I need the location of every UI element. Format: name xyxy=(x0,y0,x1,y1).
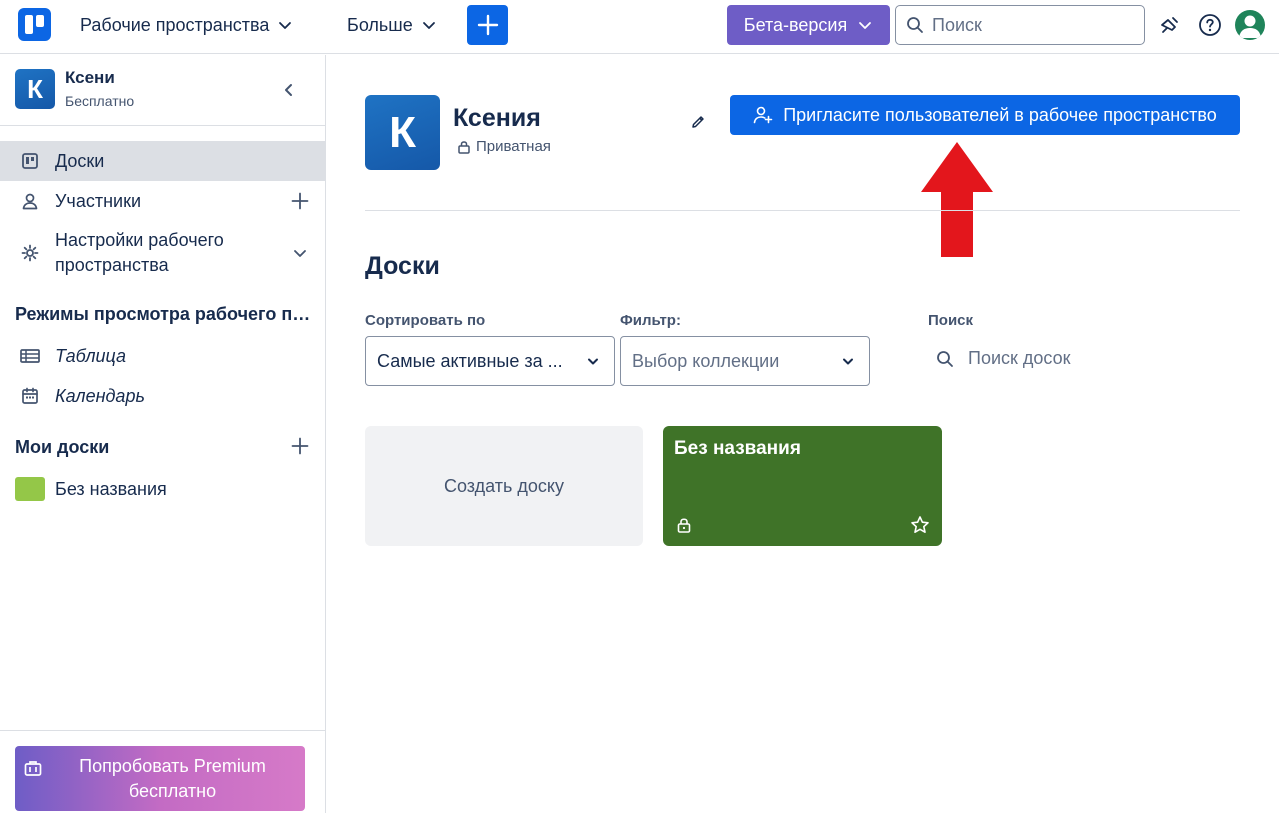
gear-icon xyxy=(20,243,40,263)
workspace-avatar: К xyxy=(15,69,55,109)
help-button[interactable] xyxy=(1197,12,1223,38)
chevron-down-icon xyxy=(588,358,598,365)
visibility-label: Приватная xyxy=(476,138,551,155)
workspace-plan: Бесплатно xyxy=(65,93,135,109)
edit-workspace-button[interactable] xyxy=(686,110,710,134)
table-icon xyxy=(20,346,40,366)
chevron-down-icon xyxy=(859,22,872,29)
create-board-tile[interactable]: Создать доску xyxy=(365,426,643,546)
chevron-down-icon xyxy=(279,22,292,29)
sort-label: Сортировать по xyxy=(365,312,486,329)
sidebar-item-label: Настройки рабочего пространства xyxy=(55,230,224,275)
workspaces-dropdown-label: Рабочие пространства xyxy=(80,14,270,35)
sidebar-item-label: Календарь xyxy=(55,385,145,406)
add-board-button[interactable] xyxy=(280,426,320,466)
board-search-label: Поиск xyxy=(928,312,974,329)
more-dropdown-label: Больше xyxy=(347,14,413,35)
star-icon[interactable] xyxy=(910,515,930,535)
person-icon xyxy=(20,191,40,211)
sidebar-board-label: Без названия xyxy=(55,478,167,499)
sidebar-item-members[interactable]: Участники xyxy=(0,181,325,221)
sidebar-item-calendar[interactable]: Календарь xyxy=(0,376,325,416)
sidebar-item-label: Доски xyxy=(55,150,105,171)
sidebar-item-workspace-settings[interactable]: Настройки рабочего пространства xyxy=(0,227,325,279)
sidebar-item-label: Участники xyxy=(55,190,141,211)
boards-section-title: Доски xyxy=(365,252,440,280)
sidebar-board-item[interactable]: Без названия xyxy=(0,469,325,509)
collapse-sidebar-button[interactable] xyxy=(278,79,300,101)
sidebar-bottom-divider xyxy=(0,730,325,731)
calendar-icon xyxy=(20,386,40,406)
plus-icon xyxy=(477,14,498,36)
help-icon xyxy=(1199,14,1221,36)
more-dropdown[interactable]: Больше xyxy=(347,13,437,37)
megaphone-icon xyxy=(1161,17,1178,33)
user-avatar[interactable] xyxy=(1235,10,1265,40)
try-premium-label: Попробовать Premium бесплатно xyxy=(79,756,266,801)
workspaces-dropdown[interactable]: Рабочие пространства xyxy=(80,13,293,37)
invite-members-button[interactable]: Пригласите пользователей в рабочее прост… xyxy=(730,95,1240,135)
beta-version-button[interactable]: Бета-версия xyxy=(727,5,890,45)
filter-label: Фильтр: xyxy=(620,312,681,329)
beta-version-label: Бета-версия xyxy=(743,14,848,35)
invite-members-label: Пригласите пользователей в рабочее прост… xyxy=(783,104,1217,125)
create-button[interactable] xyxy=(467,5,508,45)
collection-filter-select[interactable]: Выбор коллекции xyxy=(620,336,870,386)
expand-settings-button[interactable] xyxy=(289,242,311,264)
add-person-icon xyxy=(753,106,773,124)
workspace-logo: К xyxy=(365,95,440,170)
chevron-down-icon xyxy=(422,22,435,29)
trello-logo-icon[interactable] xyxy=(18,8,51,41)
add-member-button[interactable] xyxy=(289,190,311,212)
board-search[interactable] xyxy=(928,336,1178,381)
chevron-left-icon xyxy=(285,84,292,96)
sidebar-divider xyxy=(0,125,325,126)
top-navigation-bar: Рабочие пространства Больше Бета-версия xyxy=(0,0,1279,54)
collection-filter-placeholder: Выбор коллекции xyxy=(632,350,780,371)
create-board-label: Создать доску xyxy=(444,475,564,496)
sidebar-item-boards[interactable]: Доски xyxy=(0,141,325,181)
red-annotation-arrow-icon xyxy=(921,142,993,257)
sort-select[interactable]: Самые активные за ... xyxy=(365,336,615,386)
workspace-visibility: Приватная xyxy=(457,138,551,155)
person-icon xyxy=(1239,15,1261,38)
chevron-down-icon xyxy=(294,250,306,257)
plus-icon xyxy=(291,192,309,210)
my-boards-heading: Мои доски xyxy=(15,437,110,457)
sidebar-item-table[interactable]: Таблица xyxy=(0,336,325,376)
board-tile[interactable]: Без названия xyxy=(663,426,942,546)
workspace-title: Ксения xyxy=(453,104,541,132)
workspace-name: Ксени xyxy=(65,68,115,87)
plus-icon xyxy=(289,435,311,457)
try-premium-button[interactable]: Попробовать Premium бесплатно xyxy=(15,746,305,811)
lock-icon xyxy=(677,518,691,533)
notifications-button[interactable] xyxy=(1157,12,1183,38)
board-color-swatch xyxy=(15,477,45,501)
board-search-input[interactable] xyxy=(968,348,1168,369)
lock-icon xyxy=(458,140,470,154)
header-divider xyxy=(365,210,1240,211)
board-icon xyxy=(20,151,40,171)
chevron-down-icon xyxy=(843,358,853,365)
search-icon xyxy=(907,17,923,33)
board-tile-title: Без названия xyxy=(674,438,801,459)
sort-select-value: Самые активные за ... xyxy=(377,350,563,371)
global-search[interactable] xyxy=(895,5,1145,45)
search-icon xyxy=(937,350,953,367)
briefcase-icon xyxy=(24,761,42,776)
sidebar: К Ксени Бесплатно Доски Участники Настро… xyxy=(0,55,326,813)
pencil-icon xyxy=(692,116,704,128)
workspace-views-heading: Режимы просмотра рабочего пространства xyxy=(15,304,317,324)
global-search-input[interactable] xyxy=(932,14,1122,36)
sidebar-item-label: Таблица xyxy=(55,345,127,366)
